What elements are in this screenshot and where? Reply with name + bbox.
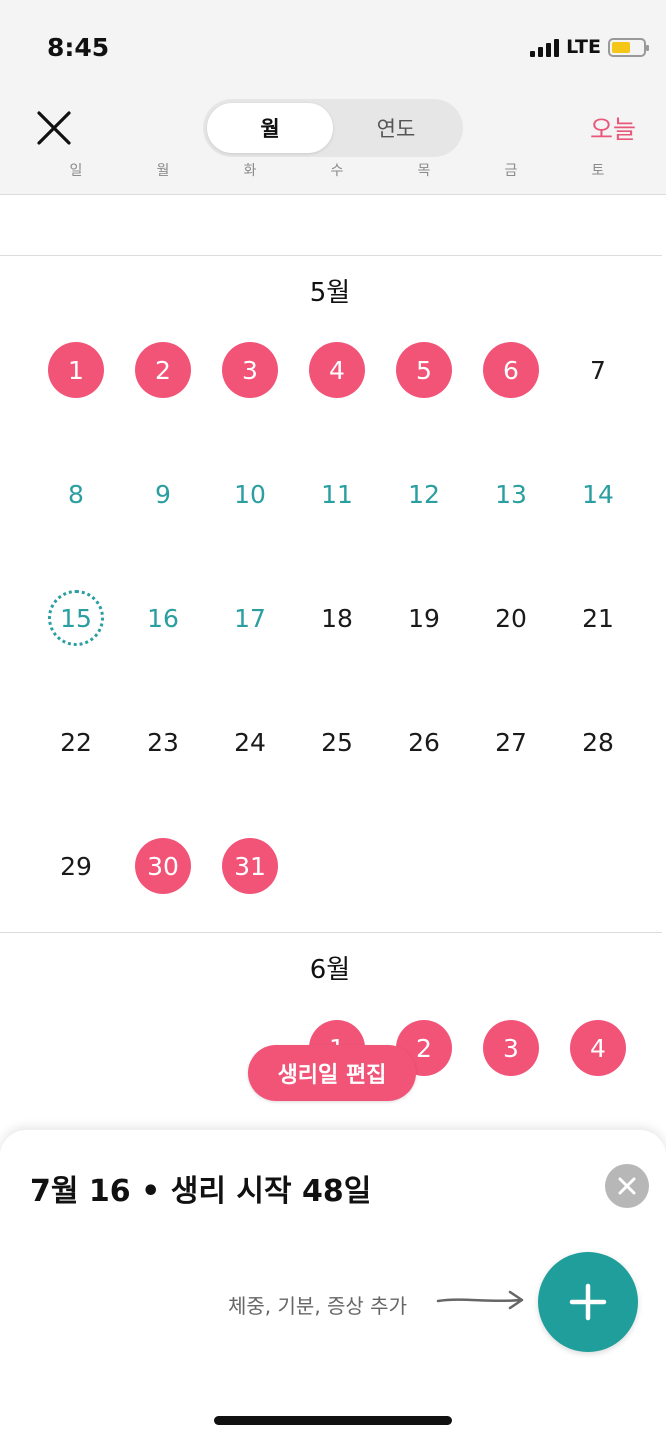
calendar-day[interactable]: 13 <box>483 466 539 522</box>
view-segmented-control: 월 연도 <box>203 99 463 157</box>
status-time: 8:45 <box>47 33 110 62</box>
calendar-day[interactable]: 3 <box>222 342 278 398</box>
calendar-day[interactable]: 12 <box>396 466 452 522</box>
weekday-header: 일월화수목금토 <box>0 160 666 182</box>
calendar-day[interactable]: 7 <box>570 342 626 398</box>
calendar-day[interactable]: 16 <box>135 590 191 646</box>
calendar-day[interactable]: 2 <box>135 342 191 398</box>
calendar-day[interactable]: 5 <box>396 342 452 398</box>
weekday-label: 토 <box>591 163 605 179</box>
calendar-day[interactable]: 1 <box>48 342 104 398</box>
calendar-day[interactable]: 24 <box>222 714 278 770</box>
calendar-day[interactable]: 4 <box>570 1020 626 1076</box>
calendar-day[interactable]: 23 <box>135 714 191 770</box>
status-indicators: LTE <box>530 36 649 58</box>
calendar-day[interactable]: 6 <box>483 342 539 398</box>
calendar-day[interactable]: 4 <box>309 342 365 398</box>
tab-month[interactable]: 월 <box>207 103 333 153</box>
tab-year[interactable]: 연도 <box>333 103 459 153</box>
weekday-label: 수 <box>330 163 344 179</box>
calendar-day[interactable]: 22 <box>48 714 104 770</box>
close-icon <box>37 111 71 145</box>
edit-period-button[interactable]: 생리일 편집 <box>248 1045 416 1101</box>
calendar-day[interactable]: 18 <box>309 590 365 646</box>
calendar-day[interactable]: 3 <box>483 1020 539 1076</box>
day-detail-sheet: 7월 16 • 생리 시작 48일 체중, 기분, 증상 추가 <box>0 1130 666 1440</box>
calendar-day[interactable]: 19 <box>396 590 452 646</box>
calendar-day[interactable]: 20 <box>483 590 539 646</box>
calendar-day[interactable]: 27 <box>483 714 539 770</box>
weekday-label: 목 <box>417 163 431 179</box>
header-bar: 8:45 LTE 월 연도 오늘 일월화수목금토 <box>0 0 666 195</box>
calendar-day[interactable]: 31 <box>222 838 278 894</box>
add-log-hint: 체중, 기분, 증상 추가 <box>228 1294 407 1318</box>
calendar-day[interactable]: 21 <box>570 590 626 646</box>
month-title-may: 5월 <box>309 278 351 308</box>
arrow-right-icon <box>436 1290 524 1310</box>
network-label: LTE <box>566 36 601 58</box>
calendar-day-today[interactable]: 15 <box>48 590 104 646</box>
plus-icon <box>569 1283 607 1321</box>
calendar-day[interactable]: 14 <box>570 466 626 522</box>
calendar-day[interactable]: 30 <box>135 838 191 894</box>
calendar-day[interactable]: 26 <box>396 714 452 770</box>
battery-icon <box>608 37 649 57</box>
today-button[interactable]: 오늘 <box>590 110 636 146</box>
calendar-day[interactable]: 10 <box>222 466 278 522</box>
selected-day-title: 7월 16 • 생리 시작 48일 <box>30 1174 372 1209</box>
close-button[interactable] <box>34 108 74 148</box>
calendar-day[interactable]: 29 <box>48 838 104 894</box>
weekday-label: 금 <box>504 163 518 179</box>
calendar-day[interactable]: 8 <box>48 466 104 522</box>
home-indicator <box>214 1416 452 1425</box>
calendar-day[interactable]: 9 <box>135 466 191 522</box>
calendar-day[interactable]: 28 <box>570 714 626 770</box>
month-title-june: 6월 <box>309 955 351 985</box>
weekday-label: 월 <box>156 163 170 179</box>
add-log-button[interactable] <box>538 1252 638 1352</box>
sheet-close-button[interactable] <box>605 1164 649 1208</box>
weekday-label: 화 <box>243 163 257 179</box>
signal-icon <box>530 37 560 57</box>
weekday-label: 일 <box>69 163 83 179</box>
month-divider <box>0 932 662 933</box>
close-icon <box>618 1177 636 1195</box>
calendar-day[interactable]: 25 <box>309 714 365 770</box>
calendar-day[interactable]: 11 <box>309 466 365 522</box>
month-divider <box>0 255 662 256</box>
calendar-day[interactable]: 17 <box>222 590 278 646</box>
